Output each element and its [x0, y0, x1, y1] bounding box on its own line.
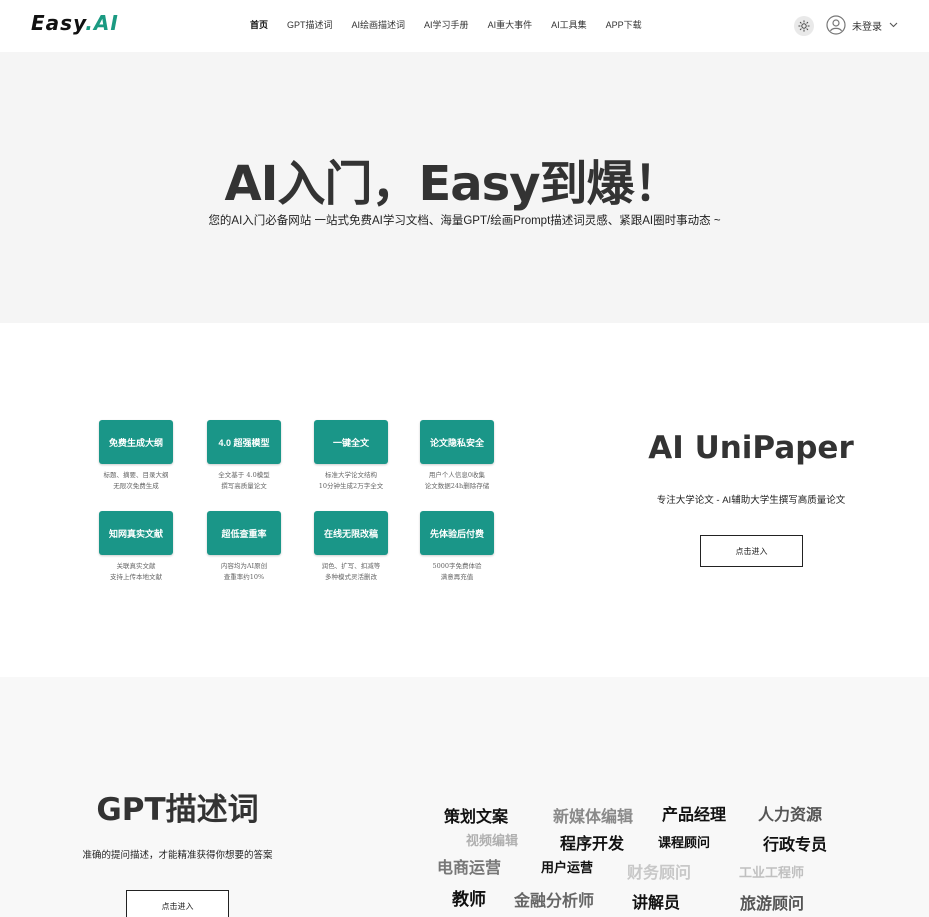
feature-desc: 查重率约10% [223, 573, 265, 581]
feature-card: 先体验后付费 5000字免费体验 满意再充值 [412, 511, 502, 583]
hero-title: AI入门，Easy到爆！ [224, 156, 681, 212]
tag-video-editor[interactable]: 视频编辑 [466, 830, 518, 849]
tag-programming[interactable]: 程序开发 [560, 830, 624, 854]
feature-desc: 5000字免费体验 [432, 562, 482, 570]
feature-tile: 4.0 超强模型 [207, 420, 281, 464]
feature-desc: 润色、扩写、扣减等 [321, 562, 381, 570]
tag-admin-specialist[interactable]: 行政专员 [763, 831, 827, 855]
feature-tile: 超低查重率 [207, 511, 281, 555]
hero-section: AI入门，Easy到爆！ 您的AI入门必备网站 一站式免费AI学习文档、海量GP… [0, 52, 929, 323]
feature-card: 在线无限改稿 润色、扩写、扣减等 多种模式灵活删改 [306, 511, 396, 583]
feature-desc: 撰写高质量论文 [221, 482, 267, 490]
feature-card: 论文隐私安全 用户个人信息0收集 论文数据24h删除存储 [412, 420, 502, 492]
site-header: Easy.AI 首页 GPT描述词 AI绘画描述词 AI学习手册 AI重大事件 … [0, 0, 929, 52]
tag-teacher[interactable]: 教师 [452, 885, 486, 910]
sun-icon [798, 20, 810, 32]
feature-desc: 全文基于 4.0模型 [218, 471, 270, 479]
nav-home[interactable]: 首页 [250, 18, 268, 31]
unipaper-title: AI UniPaper [648, 430, 854, 466]
feature-desc: 多种模式灵活删改 [325, 573, 377, 581]
tag-docent[interactable]: 讲解员 [632, 889, 680, 913]
nav-ai-handbook[interactable]: AI学习手册 [424, 18, 469, 31]
tag-new-media-editor[interactable]: 新媒体编辑 [553, 803, 633, 827]
feature-tile: 论文隐私安全 [420, 420, 494, 464]
site-logo[interactable]: Easy.AI [31, 11, 119, 35]
hero-subtitle: 您的AI入门必备网站 一站式免费AI学习文档、海量GPT/绘画Prompt描述词… [208, 215, 721, 227]
feature-desc: 支持上传本地文献 [110, 573, 162, 581]
nav-ai-tools[interactable]: AI工具集 [551, 18, 587, 31]
feature-desc: 关联真实文献 [116, 562, 156, 570]
login-status-label: 未登录 [852, 21, 882, 33]
feature-card: 一键全文 标准大学论文结构 10分钟生成2万字全文 [306, 420, 396, 492]
nav-app-download[interactable]: APP下载 [606, 18, 642, 31]
nav-gpt-prompts[interactable]: GPT描述词 [287, 18, 333, 31]
unipaper-enter-button[interactable]: 点击进入 [700, 535, 803, 567]
tag-travel-consultant[interactable]: 旅游顾问 [740, 890, 804, 914]
feature-desc: 论文数据24h删除存储 [424, 482, 490, 490]
tag-ecommerce-ops[interactable]: 电商运营 [437, 854, 501, 878]
feature-card: 知网真实文献 关联真实文献 支持上传本地文献 [91, 511, 181, 583]
logo-text: Easy [31, 11, 86, 35]
tag-course-consultant[interactable]: 课程顾问 [658, 832, 710, 851]
tag-financial-analyst[interactable]: 金融分析师 [514, 887, 594, 911]
tag-human-resources[interactable]: 人力资源 [758, 801, 822, 825]
user-menu[interactable]: 未登录 [826, 15, 898, 35]
theme-toggle-button[interactable] [794, 16, 814, 36]
tag-industrial-engineer[interactable]: 工业工程师 [739, 862, 804, 881]
feature-tile: 在线无限改稿 [314, 511, 388, 555]
feature-card: 4.0 超强模型 全文基于 4.0模型 撰写高质量论文 [199, 420, 289, 492]
feature-desc: 用户个人信息0收集 [428, 471, 486, 479]
nav-ai-painting-prompts[interactable]: AI绘画描述词 [352, 18, 406, 31]
unipaper-section: 免费生成大纲 标题、摘要、目录大纲 无限次免费生成 4.0 超强模型 全文基于 4… [0, 323, 929, 677]
gpt-subtitle: 准确的提问描述，才能精准获得你想要的答案 [82, 850, 273, 861]
gpt-prompts-section: GPT描述词 准确的提问描述，才能精准获得你想要的答案 点击进入 策划文案 新媒… [0, 677, 929, 917]
feature-desc: 标准大学论文结构 [325, 471, 377, 479]
gpt-title: GPT描述词 [96, 792, 259, 828]
feature-desc: 无限次免费生成 [113, 482, 159, 490]
tag-planning-copywriting[interactable]: 策划文案 [444, 803, 508, 827]
unipaper-subtitle: 专注大学论文 - AI辅助大学生撰写高质量论文 [656, 495, 846, 506]
feature-tile: 先体验后付费 [420, 511, 494, 555]
user-avatar-icon [826, 15, 846, 35]
feature-card: 免费生成大纲 标题、摘要、目录大纲 无限次免费生成 [91, 420, 181, 492]
tag-product-manager[interactable]: 产品经理 [662, 801, 726, 825]
feature-card: 超低查重率 内容均为AI原创 查重率约10% [199, 511, 289, 583]
feature-tile: 一键全文 [314, 420, 388, 464]
gpt-enter-button[interactable]: 点击进入 [126, 890, 229, 917]
tag-finance-consultant[interactable]: 财务顾问 [627, 859, 691, 883]
feature-tile: 免费生成大纲 [99, 420, 173, 464]
nav-ai-events[interactable]: AI重大事件 [488, 18, 533, 31]
logo-dot: . [85, 11, 94, 35]
feature-desc: 10分钟生成2万字全文 [318, 482, 384, 490]
feature-desc: 标题、摘要、目录大纲 [103, 471, 169, 479]
feature-tile: 知网真实文献 [99, 511, 173, 555]
feature-desc: 内容均为AI原创 [220, 562, 268, 570]
chevron-down-icon [889, 22, 898, 28]
tag-user-ops[interactable]: 用户运营 [541, 857, 593, 876]
main-nav: 首页 GPT描述词 AI绘画描述词 AI学习手册 AI重大事件 AI工具集 AP… [250, 18, 661, 31]
logo-ai: AI [93, 11, 119, 35]
feature-desc: 满意再充值 [440, 573, 474, 581]
